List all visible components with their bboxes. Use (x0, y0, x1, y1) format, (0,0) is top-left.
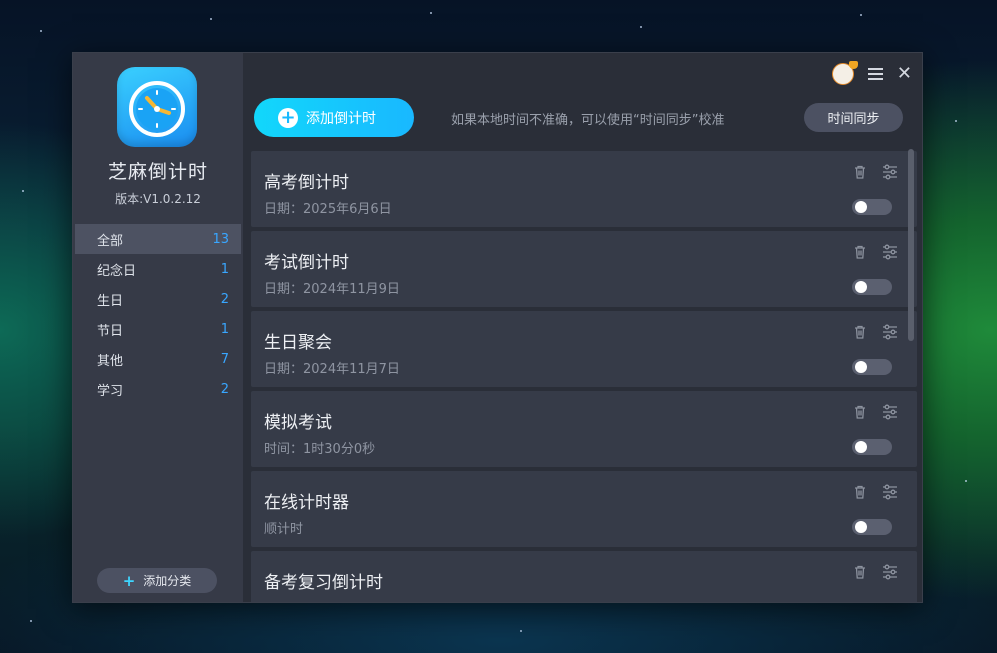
avatar-icon[interactable] (831, 61, 858, 85)
category-all[interactable]: 全部 13 (75, 224, 241, 254)
star (640, 26, 642, 28)
sliders-icon[interactable] (882, 244, 898, 260)
item-mode: 顺计时 (264, 522, 304, 537)
enable-toggle[interactable] (852, 519, 892, 535)
category-label: 全部 (97, 233, 124, 249)
star (22, 190, 24, 192)
plus-icon: + (278, 107, 298, 128)
star (210, 18, 212, 20)
countdown-item[interactable]: 高考倒计时 日期：2025年6月6日 (251, 151, 917, 227)
category-anniversary[interactable]: 纪念日 1 (75, 254, 241, 284)
list-scrollbar[interactable] (908, 149, 914, 341)
category-count: 1 (220, 321, 229, 337)
category-study[interactable]: 学习 2 (75, 374, 241, 404)
enable-toggle[interactable] (852, 279, 892, 295)
enable-toggle[interactable] (852, 199, 892, 215)
title-bar-controls: ✕ (831, 61, 912, 85)
countdown-item[interactable]: 模拟考试 时间：1时30分0秒 (251, 391, 917, 467)
close-icon[interactable]: ✕ (897, 65, 912, 83)
star (30, 620, 32, 622)
category-count: 13 (212, 231, 229, 247)
category-count: 1 (220, 261, 229, 277)
sliders-icon[interactable] (882, 404, 898, 420)
countdown-item[interactable]: 生日聚会 日期：2024年11月7日 (251, 311, 917, 387)
item-title: 高考倒计时 (264, 173, 349, 193)
category-label: 生日 (97, 293, 124, 309)
sliders-icon[interactable] (882, 564, 898, 580)
add-countdown-button[interactable]: + 添加倒计时 (254, 98, 414, 137)
app-window: 芝麻倒计时 版本:V1.0.2.12 全部 13 纪念日 1 生日 2 节日 1… (72, 52, 923, 603)
category-count: 2 (220, 381, 229, 397)
sliders-icon[interactable] (882, 164, 898, 180)
trash-icon[interactable] (852, 244, 868, 260)
time-sync-button[interactable]: 时间同步 (804, 103, 903, 132)
category-holiday[interactable]: 节日 1 (75, 314, 241, 344)
clock-logo-icon (117, 67, 197, 147)
countdown-item[interactable]: 考试倒计时 日期：2024年11月9日 (251, 231, 917, 307)
star (860, 14, 862, 16)
sliders-icon[interactable] (882, 324, 898, 340)
item-date: 日期：2024年11月9日 (264, 282, 400, 297)
category-birthday[interactable]: 生日 2 (75, 284, 241, 314)
category-label: 节日 (97, 323, 124, 339)
star (40, 30, 42, 32)
main-panel: ✕ + 添加倒计时 如果本地时间不准确，可以使用“时间同步”校准 时间同步 高考… (243, 53, 922, 602)
trash-icon[interactable] (852, 564, 868, 580)
countdown-item[interactable]: 备考复习倒计时 (251, 551, 917, 602)
trash-icon[interactable] (852, 484, 868, 500)
plus-icon: + (122, 571, 136, 590)
countdown-item[interactable]: 在线计时器 顺计时 (251, 471, 917, 547)
item-date: 日期：2025年6月6日 (264, 202, 392, 217)
item-title: 生日聚会 (264, 333, 332, 353)
add-countdown-label: 添加倒计时 (306, 110, 376, 127)
category-count: 2 (220, 291, 229, 307)
category-label: 纪念日 (97, 263, 137, 279)
category-label: 学习 (97, 383, 124, 399)
item-title: 模拟考试 (264, 413, 332, 433)
item-title: 备考复习倒计时 (264, 573, 383, 593)
star (430, 12, 432, 14)
star (520, 630, 522, 632)
item-duration: 时间：1时30分0秒 (264, 442, 376, 457)
countdown-list: 高考倒计时 日期：2025年6月6日 考试倒计时 日期：2024年11月9日 生… (251, 151, 917, 602)
trash-icon[interactable] (852, 324, 868, 340)
app-version: 版本:V1.0.2.12 (115, 192, 201, 206)
star (965, 480, 967, 482)
item-date: 日期：2024年11月7日 (264, 362, 400, 377)
star (955, 120, 957, 122)
sidebar: 芝麻倒计时 版本:V1.0.2.12 全部 13 纪念日 1 生日 2 节日 1… (73, 53, 243, 602)
sliders-icon[interactable] (882, 484, 898, 500)
enable-toggle[interactable] (852, 359, 892, 375)
add-category-label: 添加分类 (143, 574, 192, 588)
category-other[interactable]: 其他 7 (75, 344, 241, 374)
category-list: 全部 13 纪念日 1 生日 2 节日 1 其他 7 学习 2 (75, 224, 241, 404)
menu-icon[interactable] (867, 68, 883, 80)
category-count: 7 (220, 351, 229, 367)
trash-icon[interactable] (852, 164, 868, 180)
trash-icon[interactable] (852, 404, 868, 420)
add-category-button[interactable]: + 添加分类 (97, 568, 217, 593)
category-label: 其他 (97, 353, 124, 369)
enable-toggle[interactable] (852, 439, 892, 455)
app-title: 芝麻倒计时 (107, 161, 208, 183)
item-title: 在线计时器 (264, 493, 349, 513)
item-title: 考试倒计时 (264, 253, 349, 273)
sync-hint: 如果本地时间不准确，可以使用“时间同步”校准 (451, 113, 725, 128)
